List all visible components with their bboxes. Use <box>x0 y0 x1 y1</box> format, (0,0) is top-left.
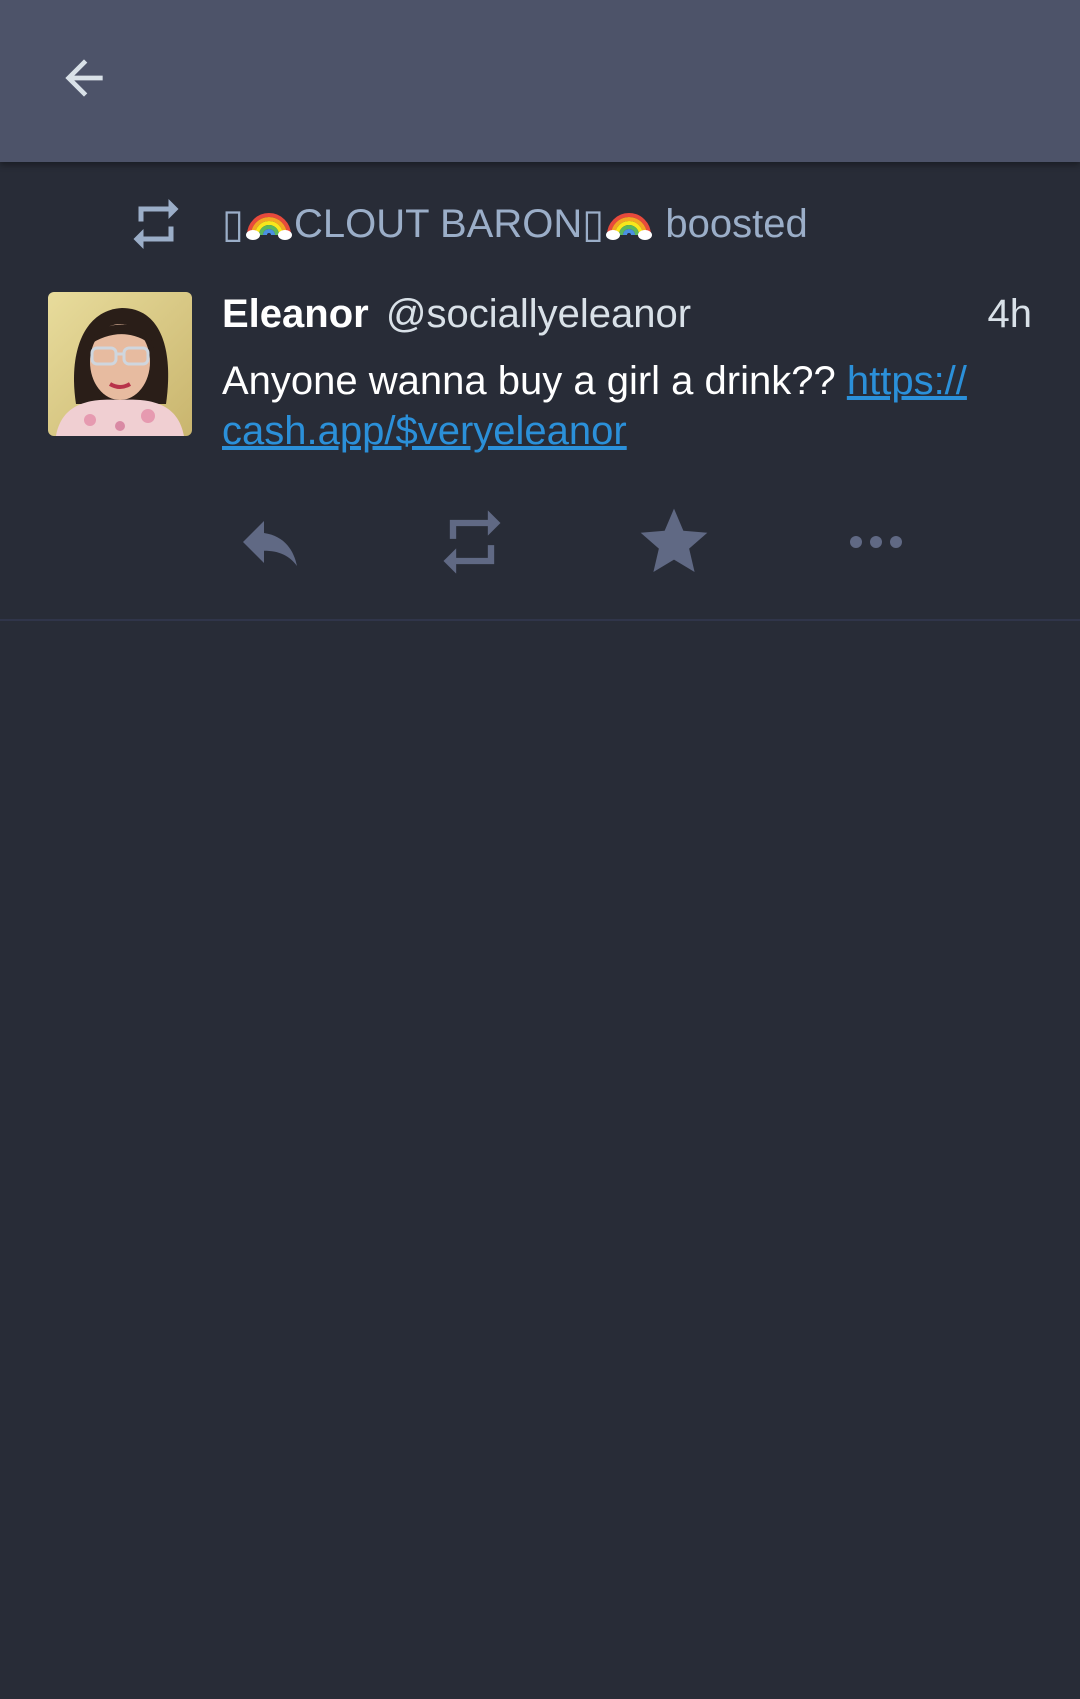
rainbow-emoji-icon <box>246 213 293 240</box>
missing-glyph: ▯ <box>582 202 605 246</box>
back-button[interactable] <box>44 38 124 118</box>
avatar[interactable] <box>48 292 192 436</box>
more-button[interactable] <box>836 502 916 582</box>
booster-name: CLOUT BARON <box>294 202 583 246</box>
status-card[interactable]: ▯ CLOUT BARON▯ boosted Eleanor @socially… <box>0 162 1080 621</box>
content-text: Anyone wanna buy a girl a drink?? <box>222 359 847 403</box>
link-part-1: https:// <box>846 359 967 403</box>
boost-button[interactable] <box>432 502 512 582</box>
boost-indicator-icon <box>133 199 179 249</box>
timestamp[interactable]: 4h <box>988 286 1033 342</box>
link-part-2: cash.app/$veryeleanor <box>222 409 627 453</box>
missing-glyph: ▯ <box>222 202 245 246</box>
app-bar <box>0 0 1080 162</box>
arrow-left-icon <box>65 59 103 97</box>
star-icon <box>640 508 708 572</box>
boost-text[interactable]: ▯ CLOUT BARON▯ boosted <box>222 200 808 248</box>
more-icon <box>850 536 902 548</box>
avatar-image <box>48 292 192 436</box>
action-bar <box>0 502 1080 582</box>
boost-icon <box>443 510 501 574</box>
status-header: Eleanor @sociallyeleanor 4h <box>222 286 1032 342</box>
rainbow-emoji-icon <box>606 213 653 240</box>
reply-button[interactable] <box>230 502 310 582</box>
favourite-button[interactable] <box>634 502 714 582</box>
display-name[interactable]: Eleanor <box>222 292 369 336</box>
boost-prepend: ▯ CLOUT BARON▯ boosted <box>0 192 1080 256</box>
status-content: Anyone wanna buy a girl a drink?? https:… <box>222 356 1032 456</box>
reply-icon <box>243 521 297 566</box>
boosted-label: boosted <box>665 202 808 246</box>
account-handle[interactable]: @sociallyeleanor <box>386 292 691 336</box>
